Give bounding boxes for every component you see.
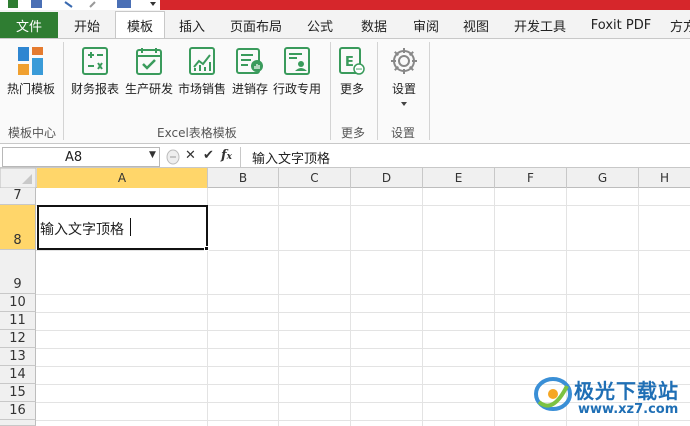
tab-formulas[interactable]: 公式 — [298, 12, 342, 38]
text-caret — [130, 218, 131, 236]
tab-page-layout[interactable]: 页面布局 — [224, 12, 288, 38]
row-header-13[interactable]: 13 — [0, 348, 36, 366]
group-label-excel-templates: Excel表格模板 — [157, 126, 237, 140]
grid-line — [494, 188, 495, 426]
svg-text:E: E — [345, 55, 354, 70]
grid-line — [350, 188, 351, 426]
grid-line — [36, 294, 690, 295]
group-separator — [63, 42, 64, 140]
market-sales-button[interactable]: 市场销售 — [175, 42, 229, 97]
tab-fangfang[interactable]: 方方 — [670, 12, 690, 38]
row-header-10[interactable]: 10 — [0, 294, 36, 312]
chevron-down-icon[interactable] — [400, 101, 408, 107]
insert-function-icon[interactable]: fx — [221, 148, 232, 163]
row-header-12[interactable]: 12 — [0, 330, 36, 348]
row-header-17[interactable] — [0, 420, 36, 426]
column-header-f[interactable]: F — [495, 168, 567, 188]
settings-button[interactable]: 设置 — [384, 42, 424, 107]
tab-home[interactable]: 开始 — [64, 12, 110, 38]
row-header-15[interactable]: 15 — [0, 384, 36, 402]
hot-template-button[interactable]: 热门模板 — [4, 42, 58, 97]
name-box[interactable]: A8 — [2, 147, 160, 167]
row-header-9[interactable]: 9 — [0, 250, 36, 294]
market-sales-icon — [189, 47, 215, 75]
row-header-7[interactable]: 7 — [0, 188, 36, 205]
tab-file[interactable]: 文件 — [0, 12, 58, 38]
tab-view[interactable]: 视图 — [454, 12, 498, 38]
column-header-h[interactable]: H — [639, 168, 690, 188]
column-header-b[interactable]: B — [208, 168, 279, 188]
chevron-down-icon[interactable] — [148, 0, 158, 8]
watermark-url: www.xz7.com — [578, 402, 679, 417]
finance-report-button[interactable]: 财务报表 — [68, 42, 122, 97]
redo-icon[interactable] — [88, 0, 98, 8]
group-label-more: 更多 — [341, 126, 366, 140]
tab-template[interactable]: 模板 — [115, 12, 165, 38]
cell-a8-text: 输入文字顶格 — [40, 222, 124, 238]
column-header-c[interactable]: C — [279, 168, 351, 188]
row-header-11[interactable]: 11 — [0, 312, 36, 330]
formula-input[interactable]: 输入文字顶格 — [252, 146, 330, 168]
finance-report-label: 财务报表 — [70, 82, 119, 96]
fill-handle[interactable] — [204, 246, 209, 251]
market-sales-label: 市场销售 — [177, 82, 226, 96]
inventory-label: 进销存 — [231, 82, 268, 96]
grid-line — [36, 348, 690, 349]
production-rd-label: 生产研发 — [124, 82, 173, 96]
group-separator — [429, 42, 430, 140]
tab-review[interactable]: 审阅 — [404, 12, 448, 38]
watermark-name: 极光下载站 — [574, 379, 679, 403]
watermark-logo-icon — [534, 377, 572, 411]
title-bar-accent — [160, 0, 690, 10]
chevron-down-icon[interactable]: ▼ — [149, 150, 156, 160]
admin-label: 行政专用 — [272, 82, 321, 96]
inventory-icon — [236, 48, 263, 74]
column-header-a[interactable]: A — [37, 168, 208, 188]
column-header-g[interactable]: G — [567, 168, 639, 188]
save-icon[interactable] — [30, 0, 44, 8]
inventory-button[interactable]: 进销存 — [228, 42, 272, 97]
select-all-corner[interactable] — [0, 168, 37, 188]
production-rd-button[interactable]: 生产研发 — [122, 42, 176, 97]
table-icon[interactable] — [116, 0, 134, 8]
formula-bar-grip-icon[interactable] — [165, 148, 181, 166]
formula-separator — [240, 147, 241, 167]
production-rd-icon — [136, 48, 162, 75]
settings-gear-icon — [391, 48, 417, 74]
tab-foxit-pdf[interactable]: Foxit PDF — [584, 12, 658, 38]
admin-icon — [284, 47, 310, 75]
group-separator — [377, 42, 378, 140]
settings-label: 设置 — [391, 82, 416, 96]
grid-line — [36, 330, 690, 331]
tab-data[interactable]: 数据 — [352, 12, 396, 38]
tab-insert[interactable]: 插入 — [170, 12, 214, 38]
finance-report-icon — [82, 47, 108, 75]
tab-developer[interactable]: 开发工具 — [508, 12, 572, 38]
row-header-16[interactable]: 16 — [0, 402, 36, 420]
grid-line — [36, 366, 690, 367]
enter-check-icon[interactable]: ✔ — [203, 148, 214, 163]
grid-line — [278, 188, 279, 426]
more-templates-label: 更多 — [339, 82, 364, 96]
row-header-8[interactable]: 8 — [0, 205, 36, 250]
grid-line — [36, 250, 690, 251]
column-header-d[interactable]: D — [351, 168, 423, 188]
group-label-template-center: 模板中心 — [8, 126, 57, 140]
more-templates-icon: E — [339, 47, 365, 75]
hot-template-label: 热门模板 — [6, 82, 55, 96]
grid-line — [36, 312, 690, 313]
grid-line — [422, 188, 423, 426]
group-separator — [330, 42, 331, 140]
app-icon — [8, 0, 18, 8]
group-label-settings: 设置 — [391, 126, 416, 140]
column-header-e[interactable]: E — [423, 168, 495, 188]
row-header-14[interactable]: 14 — [0, 366, 36, 384]
hot-template-icon — [18, 47, 43, 75]
undo-icon[interactable] — [62, 0, 76, 8]
grid-line — [36, 420, 690, 421]
admin-button[interactable]: 行政专用 — [270, 42, 324, 97]
cancel-icon[interactable]: ✕ — [185, 148, 196, 163]
more-templates-button[interactable]: E 更多 — [334, 42, 370, 97]
